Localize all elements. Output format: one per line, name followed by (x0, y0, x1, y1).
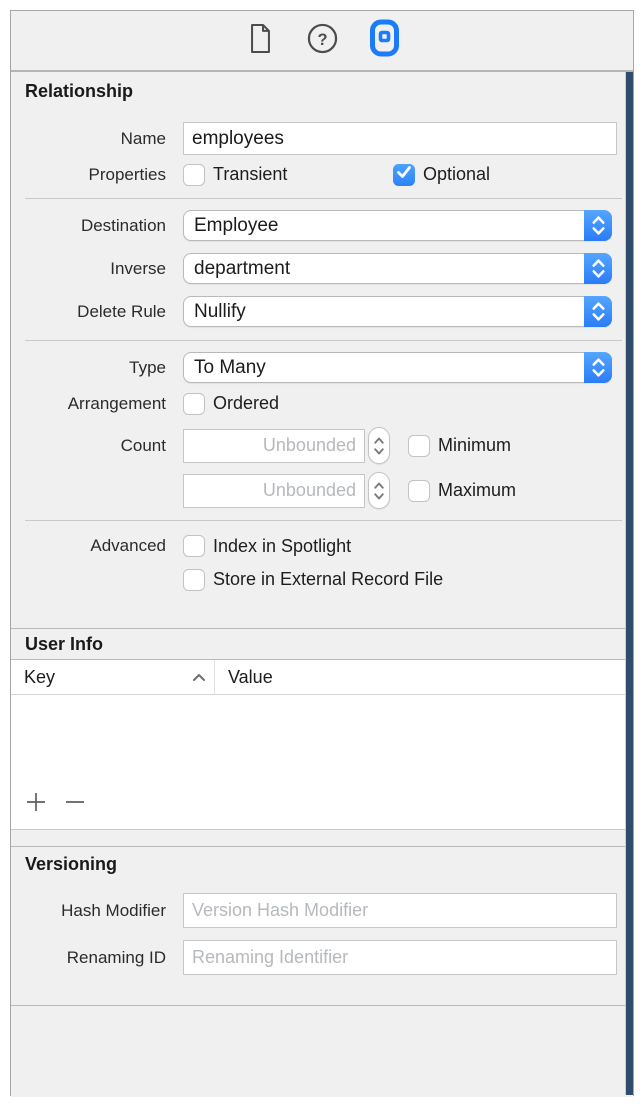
inverse-label: Inverse (11, 259, 166, 279)
maximum-count-input[interactable] (183, 474, 365, 508)
count-minimum-row: Count Minimum (11, 427, 633, 464)
destination-row: Destination Employee (11, 210, 633, 241)
popup-chevrons-icon (584, 210, 612, 241)
destination-label: Destination (11, 216, 166, 236)
name-input[interactable] (183, 122, 617, 155)
tab-data-model-inspector[interactable] (366, 21, 402, 61)
inspector-panel: ? Relationship Name Properties Tra (10, 10, 634, 1096)
tab-quick-help-inspector[interactable]: ? (304, 21, 340, 61)
minimum-stepper[interactable] (368, 427, 390, 464)
inverse-row: Inverse department (11, 253, 633, 284)
index-in-spotlight-label: Index in Spotlight (213, 536, 351, 557)
advanced-row-2: Store in External Record File (11, 568, 633, 591)
renaming-id-input[interactable] (183, 940, 617, 975)
maximum-label: Maximum (438, 480, 516, 501)
popup-chevrons-icon (584, 253, 612, 284)
stepper-chevrons-icon (369, 429, 389, 463)
checkmark-icon (393, 161, 415, 188)
separator (25, 198, 622, 199)
popup-chevrons-icon (584, 352, 612, 383)
renaming-id-label: Renaming ID (11, 948, 166, 968)
index-in-spotlight-checkbox[interactable] (183, 535, 205, 557)
minimum-label: Minimum (438, 435, 511, 456)
popup-chevrons-icon (584, 296, 612, 327)
advanced-row-1: Advanced Index in Spotlight (11, 535, 633, 557)
separator (25, 520, 622, 521)
separator (25, 340, 622, 341)
section-title-user-info: User Info (11, 629, 633, 660)
optional-label: Optional (423, 164, 490, 185)
destination-value: Employee (184, 215, 584, 237)
document-icon (247, 22, 274, 60)
section-title-versioning: Versioning (11, 847, 633, 875)
name-label: Name (11, 129, 166, 149)
column-header-value[interactable]: Value (214, 660, 633, 694)
data-model-inspector-icon (369, 19, 400, 62)
sort-ascending-icon (192, 673, 206, 682)
count-maximum-row: Maximum (11, 472, 633, 509)
panel-right-edge (625, 72, 633, 1095)
plus-icon (24, 791, 48, 818)
advanced-label: Advanced (11, 536, 166, 556)
add-row-button[interactable] (24, 793, 48, 815)
section-title-relationship: Relationship (11, 72, 633, 102)
user-info-table: Key Value (11, 660, 633, 830)
inspector-content: Relationship Name Properties Transient (11, 72, 633, 1097)
delete-rule-popup[interactable]: Nullify (183, 296, 612, 327)
external-record-label: Store in External Record File (213, 569, 443, 590)
renaming-id-row: Renaming ID (11, 940, 633, 975)
inspector-toolbar: ? (11, 11, 633, 72)
transient-checkbox[interactable] (183, 164, 205, 186)
user-info-table-header: Key Value (11, 660, 633, 695)
type-label: Type (11, 358, 166, 378)
name-row: Name (11, 122, 633, 155)
minimum-checkbox[interactable] (408, 435, 430, 457)
inverse-value: department (184, 258, 584, 280)
transient-label: Transient (213, 164, 287, 185)
inverse-popup[interactable]: department (183, 253, 612, 284)
count-label: Count (11, 436, 166, 456)
svg-text:?: ? (317, 30, 327, 48)
maximum-stepper[interactable] (368, 472, 390, 509)
minimum-count-input[interactable] (183, 429, 365, 463)
delete-rule-value: Nullify (184, 301, 584, 323)
hash-modifier-input[interactable] (183, 893, 617, 928)
delete-rule-label: Delete Rule (11, 302, 166, 322)
key-column-label: Key (24, 667, 55, 688)
destination-popup[interactable]: Employee (183, 210, 612, 241)
arrangement-row: Arrangement Ordered (11, 392, 633, 415)
remove-row-button[interactable] (63, 793, 87, 815)
optional-group: Optional (393, 164, 490, 186)
ordered-label: Ordered (213, 393, 279, 414)
value-column-label: Value (228, 667, 273, 688)
minus-icon (63, 791, 87, 818)
properties-label: Properties (11, 165, 166, 185)
transient-group: Transient (183, 164, 393, 186)
delete-rule-row: Delete Rule Nullify (11, 296, 633, 327)
column-header-key[interactable]: Key (11, 667, 214, 688)
properties-row: Properties Transient Optional (11, 163, 633, 186)
maximum-group: Maximum (408, 480, 516, 502)
minimum-group: Minimum (408, 435, 511, 457)
type-row: Type To Many (11, 352, 633, 383)
tab-file-inspector[interactable] (242, 21, 278, 61)
ordered-checkbox[interactable] (183, 393, 205, 415)
maximum-checkbox[interactable] (408, 480, 430, 502)
user-info-table-body (11, 695, 633, 829)
type-value: To Many (184, 357, 584, 379)
external-record-checkbox[interactable] (183, 569, 205, 591)
optional-checkbox[interactable] (393, 164, 415, 186)
stepper-chevrons-icon (369, 474, 389, 508)
help-icon: ? (307, 23, 338, 59)
section-divider (11, 1005, 633, 1006)
hash-modifier-row: Hash Modifier (11, 893, 633, 928)
hash-modifier-label: Hash Modifier (11, 901, 166, 921)
type-popup[interactable]: To Many (183, 352, 612, 383)
arrangement-label: Arrangement (11, 394, 166, 414)
